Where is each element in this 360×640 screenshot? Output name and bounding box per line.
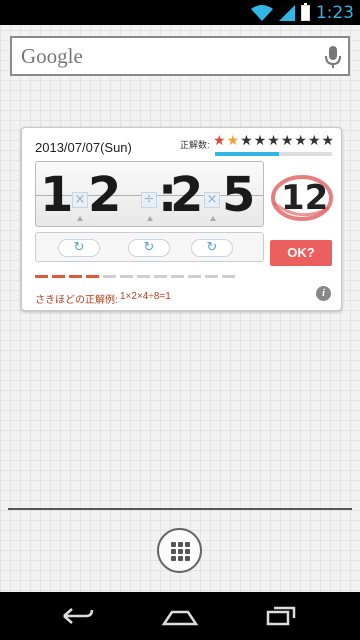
arrow-up-icon	[147, 216, 153, 221]
star-rating: ★ ★ ★ ★ ★ ★ ★ ★ ★	[213, 134, 334, 148]
previous-answer-example: 1×2×4÷8=1	[120, 291, 171, 302]
ok-button[interactable]: OK?	[270, 240, 332, 266]
star-icon: ★	[253, 133, 267, 149]
rotate-button-1[interactable]: ↻	[58, 239, 100, 257]
home-icon[interactable]	[160, 604, 200, 628]
back-icon[interactable]	[58, 604, 98, 628]
arrow-up-icon	[77, 216, 83, 221]
star-icon: ★	[267, 133, 280, 149]
refresh-icon: ↻	[206, 240, 218, 255]
status-bar: 1:23	[0, 0, 360, 25]
all-apps-button[interactable]	[157, 528, 202, 573]
info-icon[interactable]: i	[316, 286, 331, 301]
progress-fill	[215, 152, 280, 156]
step-progress	[35, 275, 235, 278]
operator-slot-2[interactable]: ÷	[141, 192, 157, 208]
star-icon: ★	[240, 133, 253, 149]
rotate-button-2[interactable]: ↻	[128, 239, 170, 257]
digit-2: 2	[88, 167, 122, 223]
step-dash	[52, 275, 65, 278]
status-clock: 1:23	[315, 3, 354, 23]
navigation-bar	[0, 592, 360, 640]
battery-icon	[300, 3, 310, 21]
rotate-button-3[interactable]: ↻	[191, 239, 233, 257]
correct-progress-bar	[215, 152, 332, 156]
operator-slot-1[interactable]: ×	[72, 192, 88, 208]
step-dash	[86, 275, 99, 278]
step-dash	[137, 275, 150, 278]
step-dash	[205, 275, 218, 278]
operator-slot-3[interactable]: ×	[204, 192, 220, 208]
wifi-icon	[250, 5, 273, 21]
google-search-bar[interactable]: Google	[10, 36, 350, 76]
google-label: Google	[21, 44, 83, 68]
step-dash	[69, 275, 82, 278]
digit-4: 5	[222, 167, 256, 223]
star-icon: ★	[307, 133, 321, 149]
step-dash	[35, 275, 48, 278]
refresh-icon: ↻	[143, 240, 155, 255]
digit-3: 2	[170, 167, 204, 223]
step-dash	[171, 275, 184, 278]
signal-icon	[278, 5, 295, 21]
star-icon: ★	[213, 133, 226, 149]
step-dash	[188, 275, 201, 278]
correct-count-label: 正解数:	[180, 140, 210, 150]
arrow-up-icon	[210, 216, 216, 221]
star-icon: ★	[280, 133, 294, 149]
step-dash	[120, 275, 133, 278]
step-dash	[222, 275, 235, 278]
rotate-button-row: ↻ ↻ ↻	[35, 232, 264, 262]
puzzle-date: 2013/07/07(Sun)	[35, 140, 132, 155]
star-icon: ★	[321, 133, 335, 149]
star-icon: ★	[226, 133, 240, 149]
dock-divider	[8, 508, 352, 510]
step-dash	[154, 275, 167, 278]
star-icon: ★	[294, 133, 307, 149]
digit-1: 1	[40, 167, 74, 223]
all-apps-icon	[171, 542, 190, 561]
target-answer: 12	[269, 172, 335, 224]
target-number: 12	[281, 178, 329, 218]
mic-icon[interactable]	[324, 45, 342, 69]
refresh-icon: ↻	[73, 240, 85, 255]
step-dash	[103, 275, 116, 278]
puzzle-widget: 2013/07/07(Sun) 正解数: ★ ★ ★ ★ ★ ★ ★ ★ ★ 1…	[21, 127, 342, 311]
recent-apps-icon[interactable]	[262, 604, 302, 628]
previous-answer-label: さきほどの正解例:	[35, 295, 118, 306]
